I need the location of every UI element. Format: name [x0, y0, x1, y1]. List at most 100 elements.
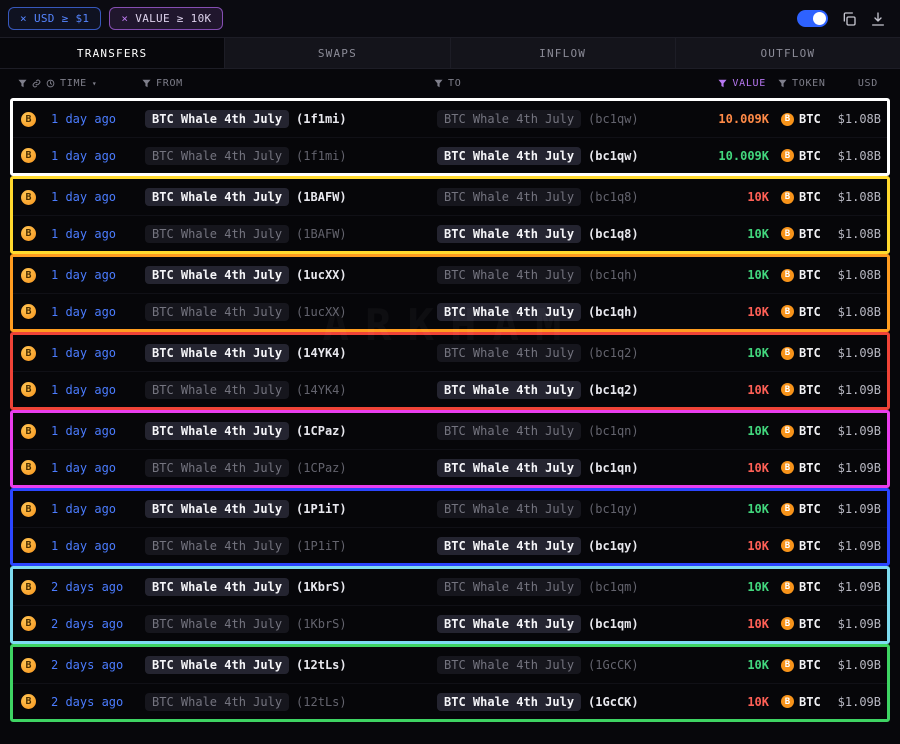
token-cell[interactable]: B BTC [769, 346, 827, 360]
to-address[interactable]: (bc1qm) [588, 580, 639, 594]
to-entity-pill[interactable]: BTC Whale 4th July [437, 656, 581, 674]
to-entity-pill[interactable]: BTC Whale 4th July [437, 147, 581, 165]
from-entity-pill[interactable]: BTC Whale 4th July [145, 615, 289, 633]
from-address[interactable]: (1CPaz) [296, 424, 347, 438]
to-entity[interactable]: BTC Whale 4th July (bc1qm) [437, 578, 705, 596]
token-cell[interactable]: B BTC [769, 112, 827, 126]
token-cell[interactable]: B BTC [769, 149, 827, 163]
from-entity[interactable]: BTC Whale 4th July (1BAFW) [145, 225, 437, 243]
transfer-row[interactable]: B 1 day ago BTC Whale 4th July (1P1iT) B… [13, 491, 887, 527]
to-address[interactable]: (1GcCK) [588, 658, 639, 672]
token-cell[interactable]: B BTC [769, 424, 827, 438]
from-address[interactable]: (14YK4) [296, 383, 347, 397]
to-entity-pill[interactable]: BTC Whale 4th July [437, 422, 581, 440]
close-icon[interactable]: × [121, 13, 128, 24]
column-token[interactable]: TOKEN [766, 78, 824, 89]
token-cell[interactable]: B BTC [769, 305, 827, 319]
column-time[interactable]: TIME ▾ [18, 78, 142, 89]
from-entity[interactable]: BTC Whale 4th July (1CPaz) [145, 459, 437, 477]
tab-inflow[interactable]: INFLOW [451, 38, 676, 68]
column-usd[interactable]: USD [824, 78, 878, 89]
transfer-row[interactable]: B 1 day ago BTC Whale 4th July (1BAFW) B… [13, 215, 887, 251]
from-entity-pill[interactable]: BTC Whale 4th July [145, 344, 289, 362]
from-entity-pill[interactable]: BTC Whale 4th July [145, 693, 289, 711]
from-entity-pill[interactable]: BTC Whale 4th July [145, 303, 289, 321]
to-entity-pill[interactable]: BTC Whale 4th July [437, 303, 581, 321]
to-entity-pill[interactable]: BTC Whale 4th July [437, 188, 581, 206]
from-address[interactable]: (1f1mi) [296, 149, 347, 163]
token-cell[interactable]: B BTC [769, 580, 827, 594]
token-cell[interactable]: B BTC [769, 190, 827, 204]
close-icon[interactable]: × [20, 13, 27, 24]
from-address[interactable]: (12tLs) [296, 695, 347, 709]
from-entity[interactable]: BTC Whale 4th July (14YK4) [145, 344, 437, 362]
transfer-row[interactable]: B 2 days ago BTC Whale 4th July (1KbrS) … [13, 569, 887, 605]
token-cell[interactable]: B BTC [769, 658, 827, 672]
tab-transfers[interactable]: TRANSFERS [0, 38, 225, 68]
to-entity-pill[interactable]: BTC Whale 4th July [437, 344, 581, 362]
copy-icon[interactable] [841, 11, 857, 27]
to-address[interactable]: (bc1qw) [588, 149, 639, 163]
token-cell[interactable]: B BTC [769, 617, 827, 631]
from-entity-pill[interactable]: BTC Whale 4th July [145, 500, 289, 518]
from-entity-pill[interactable]: BTC Whale 4th July [145, 110, 289, 128]
to-address[interactable]: (bc1qn) [588, 461, 639, 475]
transfer-row[interactable]: B 2 days ago BTC Whale 4th July (12tLs) … [13, 683, 887, 719]
from-address[interactable]: (1ucXX) [296, 305, 347, 319]
from-entity[interactable]: BTC Whale 4th July (1BAFW) [145, 188, 437, 206]
from-entity[interactable]: BTC Whale 4th July (1ucXX) [145, 266, 437, 284]
from-address[interactable]: (1CPaz) [296, 461, 347, 475]
token-cell[interactable]: B BTC [769, 383, 827, 397]
from-address[interactable]: (1P1iT) [296, 539, 347, 553]
transfer-row[interactable]: B 2 days ago BTC Whale 4th July (1KbrS) … [13, 605, 887, 641]
to-entity[interactable]: BTC Whale 4th July (bc1q2) [437, 344, 705, 362]
to-entity[interactable]: BTC Whale 4th July (bc1q2) [437, 381, 705, 399]
transfer-row[interactable]: B 1 day ago BTC Whale 4th July (1CPaz) B… [13, 449, 887, 485]
from-entity-pill[interactable]: BTC Whale 4th July [145, 578, 289, 596]
from-address[interactable]: (1KbrS) [296, 617, 347, 631]
transfer-row[interactable]: B 1 day ago BTC Whale 4th July (1ucXX) B… [13, 293, 887, 329]
from-address[interactable]: (12tLs) [296, 658, 347, 672]
to-address[interactable]: (bc1qn) [588, 424, 639, 438]
token-cell[interactable]: B BTC [769, 461, 827, 475]
from-entity[interactable]: BTC Whale 4th July (12tLs) [145, 693, 437, 711]
to-address[interactable]: (bc1qm) [588, 617, 639, 631]
column-to[interactable]: TO [434, 78, 702, 89]
from-entity[interactable]: BTC Whale 4th July (1CPaz) [145, 422, 437, 440]
transfer-row[interactable]: B 1 day ago BTC Whale 4th July (14YK4) B… [13, 371, 887, 407]
to-entity-pill[interactable]: BTC Whale 4th July [437, 225, 581, 243]
from-address[interactable]: (1KbrS) [296, 580, 347, 594]
column-from[interactable]: FROM [142, 78, 434, 89]
column-value[interactable]: VALUE [702, 78, 766, 89]
to-entity[interactable]: BTC Whale 4th July (bc1qy) [437, 537, 705, 555]
to-address[interactable]: (bc1qh) [588, 268, 639, 282]
to-address[interactable]: (bc1qy) [588, 502, 639, 516]
to-address[interactable]: (bc1qh) [588, 305, 639, 319]
token-cell[interactable]: B BTC [769, 227, 827, 241]
from-entity-pill[interactable]: BTC Whale 4th July [145, 381, 289, 399]
from-entity-pill[interactable]: BTC Whale 4th July [145, 656, 289, 674]
transfer-row[interactable]: B 1 day ago BTC Whale 4th July (1CPaz) B… [13, 413, 887, 449]
from-address[interactable]: (1P1iT) [296, 502, 347, 516]
to-entity[interactable]: BTC Whale 4th July (bc1qy) [437, 500, 705, 518]
from-entity-pill[interactable]: BTC Whale 4th July [145, 266, 289, 284]
to-entity-pill[interactable]: BTC Whale 4th July [437, 266, 581, 284]
token-cell[interactable]: B BTC [769, 695, 827, 709]
to-address[interactable]: (bc1q8) [588, 190, 639, 204]
to-entity[interactable]: BTC Whale 4th July (bc1qw) [437, 147, 705, 165]
to-entity[interactable]: BTC Whale 4th July (bc1qh) [437, 266, 705, 284]
from-address[interactable]: (1BAFW) [296, 190, 347, 204]
transfer-row[interactable]: B 1 day ago BTC Whale 4th July (1ucXX) B… [13, 257, 887, 293]
from-entity[interactable]: BTC Whale 4th July (1ucXX) [145, 303, 437, 321]
to-address[interactable]: (bc1q2) [588, 383, 639, 397]
transfer-row[interactable]: B 1 day ago BTC Whale 4th July (1f1mi) B… [13, 101, 887, 137]
from-entity-pill[interactable]: BTC Whale 4th July [145, 537, 289, 555]
from-entity-pill[interactable]: BTC Whale 4th July [145, 225, 289, 243]
from-address[interactable]: (1f1mi) [296, 112, 347, 126]
from-entity[interactable]: BTC Whale 4th July (14YK4) [145, 381, 437, 399]
to-entity-pill[interactable]: BTC Whale 4th July [437, 693, 581, 711]
from-address[interactable]: (1ucXX) [296, 268, 347, 282]
to-entity[interactable]: BTC Whale 4th July (bc1qh) [437, 303, 705, 321]
to-entity[interactable]: BTC Whale 4th July (1GcCK) [437, 693, 705, 711]
toggle-switch[interactable] [797, 10, 828, 27]
